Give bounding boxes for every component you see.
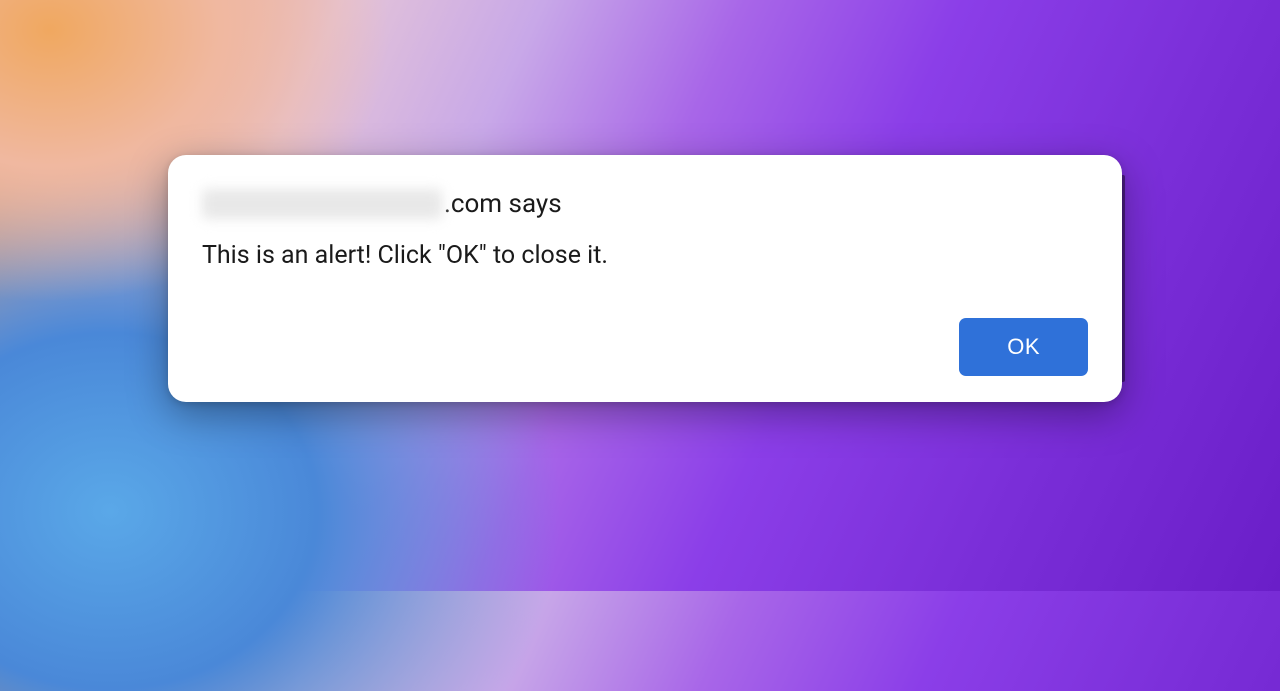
dialog-edge-shadow [1122,175,1125,382]
alert-message: This is an alert! Click "OK" to close it… [202,241,1088,270]
alert-origin-suffix: .com says [444,189,562,219]
alert-origin-blurred [202,189,442,219]
javascript-alert-dialog: .com says This is an alert! Click "OK" t… [168,155,1122,402]
ok-button[interactable]: OK [959,318,1088,376]
alert-title: .com says [202,189,1088,219]
alert-actions: OK [202,318,1088,376]
